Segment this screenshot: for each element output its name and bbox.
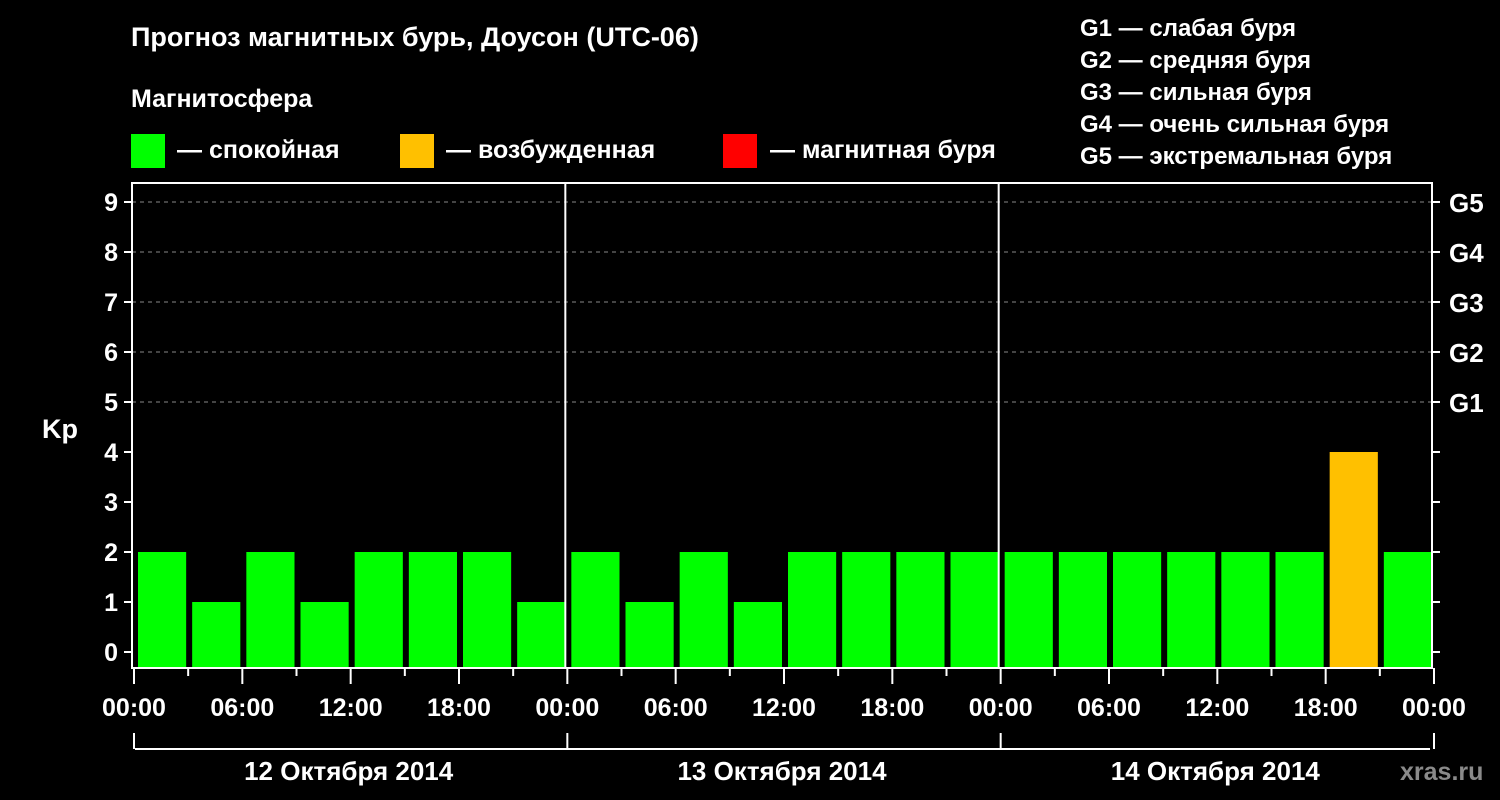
bar <box>625 602 674 668</box>
y-tick-label: 0 <box>104 639 118 667</box>
bar <box>1275 552 1324 668</box>
g-scale-label: G5 <box>1449 188 1484 218</box>
bar <box>246 552 295 668</box>
bar <box>950 552 999 668</box>
x-tick-label: 06:00 <box>1077 694 1141 722</box>
day-label: 12 Октября 2014 <box>244 756 454 786</box>
bar <box>788 552 837 668</box>
bar <box>1221 552 1270 668</box>
bar <box>571 552 620 668</box>
bar <box>1113 552 1162 668</box>
y-tick-label: 6 <box>104 339 118 367</box>
bar <box>1058 552 1107 668</box>
bar <box>517 602 566 668</box>
bar <box>1167 552 1216 668</box>
x-tick-label: 06:00 <box>644 694 708 722</box>
bar <box>1004 552 1053 668</box>
bar <box>192 602 241 668</box>
bar <box>679 552 728 668</box>
x-tick-label: 18:00 <box>427 694 491 722</box>
y-tick-label: 2 <box>104 539 118 567</box>
y-tick-label: 8 <box>104 239 118 267</box>
bar <box>733 602 782 668</box>
x-tick-label: 12:00 <box>319 694 383 722</box>
x-tick-label: 12:00 <box>1185 694 1249 722</box>
day-label: 14 Октября 2014 <box>1111 756 1321 786</box>
bar <box>408 552 457 668</box>
x-tick-label: 06:00 <box>210 694 274 722</box>
bar <box>354 552 403 668</box>
x-tick-label: 00:00 <box>535 694 599 722</box>
y-tick-label: 3 <box>104 489 118 517</box>
y-tick-label: 4 <box>104 439 118 467</box>
x-tick-label: 00:00 <box>969 694 1033 722</box>
y-axis-label: Kp <box>42 414 78 444</box>
kp-bar-chart: 0 1 2 3 4 5 6 7 8 9 Kp G1 G2 G3 G4 G5 00:00 06:00 12:00 18:… <box>42 182 1484 786</box>
bar <box>1383 552 1432 668</box>
g-scale-label: G3 <box>1449 288 1484 318</box>
day-label: 13 Октября 2014 <box>677 756 887 786</box>
x-tick-label: 12:00 <box>752 694 816 722</box>
g-scale-label: G4 <box>1449 238 1484 268</box>
bar <box>300 602 349 668</box>
bar <box>1329 452 1378 668</box>
bar <box>896 552 945 668</box>
bar <box>842 552 891 668</box>
bar <box>138 552 187 668</box>
x-tick-label: 00:00 <box>102 694 166 722</box>
g-scale-label: G1 <box>1449 388 1484 418</box>
y-tick-label: 9 <box>104 189 118 217</box>
y-tick-label: 7 <box>104 289 118 317</box>
bar <box>463 552 512 668</box>
g-scale-label: G2 <box>1449 338 1484 368</box>
y-tick-label: 5 <box>104 389 118 417</box>
x-tick-label: 00:00 <box>1402 694 1466 722</box>
x-tick-label: 18:00 <box>860 694 924 722</box>
y-tick-label: 1 <box>104 589 118 617</box>
x-tick-label: 18:00 <box>1294 694 1358 722</box>
